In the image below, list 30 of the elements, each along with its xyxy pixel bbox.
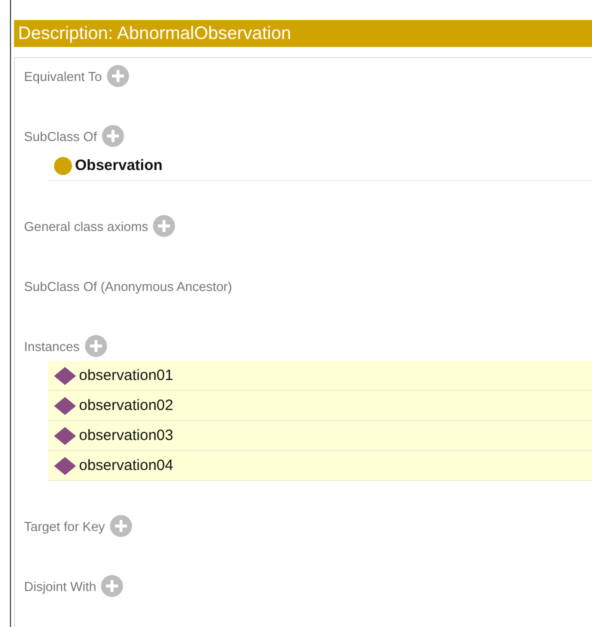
add-button[interactable]	[110, 515, 132, 537]
section-title: Target for Key	[24, 518, 105, 534]
section-title: Disjoint With	[24, 578, 96, 594]
add-button[interactable]	[106, 65, 129, 87]
class-circle-icon	[54, 156, 72, 174]
add-button[interactable]	[101, 575, 124, 597]
individual-name[interactable]: observation04	[79, 457, 174, 474]
individual-diamond-icon	[54, 396, 76, 414]
add-button[interactable]	[153, 215, 176, 237]
section-title: SubClass Of	[24, 128, 97, 144]
plus-icon	[106, 580, 118, 592]
individual-name[interactable]: observation01	[79, 367, 174, 384]
add-button[interactable]	[84, 335, 107, 357]
plus-icon	[112, 70, 124, 82]
section-title: Instances	[24, 338, 80, 354]
individual-name[interactable]: observation02	[79, 397, 174, 414]
individual-diamond-icon	[54, 366, 76, 384]
class-name[interactable]: Observation	[75, 157, 163, 174]
add-button[interactable]	[102, 125, 124, 147]
individual-name[interactable]: observation03	[79, 427, 174, 444]
section-title: General class axioms	[24, 218, 148, 234]
plus-icon	[114, 520, 127, 532]
section-title: SubClass Of (Anonymous Ancestor)	[24, 278, 232, 294]
description-header: Description: AbnormalObservation	[14, 20, 592, 47]
plus-icon	[158, 220, 170, 232]
plus-icon	[90, 340, 102, 352]
plus-icon	[106, 130, 119, 142]
section-title: Equivalent To	[24, 68, 102, 84]
individual-diamond-icon	[54, 426, 76, 444]
individual-diamond-icon	[54, 456, 76, 474]
